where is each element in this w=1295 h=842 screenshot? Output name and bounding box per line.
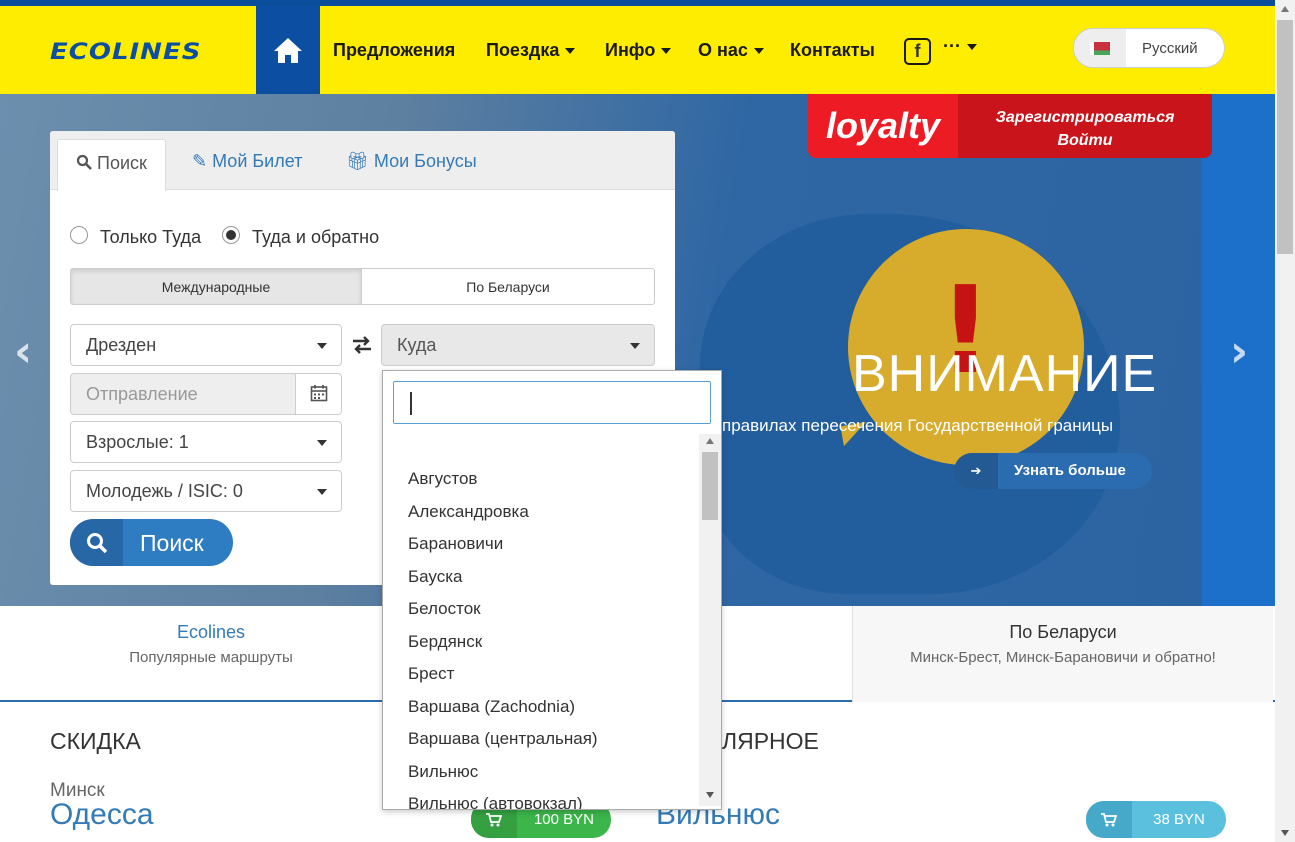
arrow-right-circle-icon: ➔ bbox=[954, 453, 998, 489]
learn-more-button[interactable]: ➔ Узнать больше bbox=[954, 453, 1152, 489]
search-button[interactable]: Поиск bbox=[70, 519, 233, 566]
radio-round-trip[interactable] bbox=[222, 226, 240, 244]
language-selector[interactable]: Русский bbox=[1073, 28, 1225, 68]
chevron-down-icon bbox=[966, 44, 977, 51]
page-scrollbar[interactable] bbox=[1275, 0, 1295, 842]
discount-title: СКИДКА bbox=[50, 728, 141, 754]
register-link[interactable]: Зарегистрироваться bbox=[958, 106, 1212, 129]
ecolines-logo[interactable]: ECOLINES bbox=[50, 39, 201, 65]
scroll-up-arrow[interactable] bbox=[1281, 6, 1289, 12]
cart-icon bbox=[1086, 801, 1132, 838]
search-icon bbox=[76, 154, 92, 170]
home-icon bbox=[274, 38, 302, 63]
tab-my-ticket[interactable]: ✎ Мой Билет bbox=[192, 151, 302, 172]
scroll-down-arrow[interactable] bbox=[1281, 830, 1289, 836]
scroll-thumb[interactable] bbox=[1277, 20, 1293, 254]
nav-about[interactable]: О нас bbox=[698, 40, 764, 61]
segment-domestic[interactable]: По Беларуси bbox=[361, 268, 655, 305]
chevron-down-icon bbox=[317, 440, 327, 446]
calendar-icon bbox=[310, 385, 328, 402]
departure-date-input[interactable]: Отправление bbox=[70, 373, 296, 415]
search-tabs: Поиск ✎ Мой Билет 🎁︎ Мои Бонусы bbox=[50, 131, 675, 191]
scroll-up-arrow[interactable] bbox=[706, 438, 714, 444]
scroll-thumb[interactable] bbox=[702, 452, 718, 520]
destination-option[interactable]: Бауска bbox=[408, 567, 463, 587]
destination-option[interactable]: Бердянск bbox=[408, 632, 482, 652]
deal-destination-link[interactable]: Одесса bbox=[50, 798, 154, 832]
destination-option[interactable]: Варшава (центральная) bbox=[408, 729, 598, 749]
language-label: Русский bbox=[1142, 40, 1198, 57]
label-one-way: Только Туда bbox=[100, 227, 202, 247]
tab-search[interactable]: Поиск bbox=[57, 139, 166, 191]
nav-contacts[interactable]: Контакты bbox=[790, 40, 875, 61]
home-button[interactable] bbox=[256, 6, 320, 94]
tab-my-bonuses[interactable]: 🎁︎ Мои Бонусы bbox=[346, 151, 477, 172]
destination-option[interactable]: Барановичи bbox=[408, 534, 503, 554]
segment-international[interactable]: Международные bbox=[70, 268, 362, 305]
swap-icon[interactable] bbox=[351, 334, 373, 356]
ticket-icon: ✎ bbox=[192, 151, 208, 171]
chevron-down-icon bbox=[661, 48, 672, 55]
popular-price-button[interactable]: 38 BYN bbox=[1086, 801, 1226, 838]
login-link[interactable]: Войти bbox=[958, 129, 1212, 152]
destination-search-input[interactable] bbox=[393, 381, 711, 424]
destination-option[interactable]: Вильнюс bbox=[408, 762, 478, 782]
route-ecolines[interactable]: Ecolines Популярные маршруты bbox=[50, 606, 372, 702]
slider-prev-arrow[interactable]: ‹ bbox=[14, 326, 32, 377]
popular-title: ЛЯРНОЕ bbox=[722, 728, 819, 754]
destination-option[interactable]: Белосток bbox=[408, 599, 481, 619]
destination-option[interactable]: Брест bbox=[408, 664, 454, 684]
dropdown-scrollbar[interactable] bbox=[699, 434, 721, 806]
loyalty-logo: loyalty bbox=[808, 94, 958, 158]
calendar-button[interactable] bbox=[295, 373, 342, 415]
rules-text: правилах пересечения Государственной гра… bbox=[722, 416, 1114, 435]
search-icon bbox=[70, 519, 123, 566]
nav-trip[interactable]: Поездка bbox=[486, 40, 576, 61]
belarus-flag-icon bbox=[1090, 41, 1110, 55]
nav-offers[interactable]: Предложения bbox=[333, 40, 455, 61]
label-round-trip: Туда и обратно bbox=[252, 227, 380, 247]
from-select[interactable]: Дрезден bbox=[70, 324, 342, 366]
destination-dropdown: Августов Александровка Барановичи Бауска… bbox=[382, 370, 722, 810]
chevron-down-icon bbox=[753, 48, 764, 55]
chevron-down-icon bbox=[565, 48, 576, 55]
gift-icon: 🎁︎ bbox=[346, 151, 369, 171]
youth-select[interactable]: Молодежь / ISIC: 0 bbox=[70, 470, 342, 512]
flag-box bbox=[1074, 29, 1126, 67]
destination-option[interactable]: Вильнюс (автовокзал) bbox=[408, 794, 583, 809]
text-cursor bbox=[410, 392, 412, 415]
dropdown-clip: Вильнюс (автовокзал) bbox=[383, 789, 699, 809]
destination-option[interactable]: Варшава (Zachodnia) bbox=[408, 697, 575, 717]
navbar: ECOLINES Предложения Поездка Инфо О нас … bbox=[0, 6, 1275, 94]
chevron-down-icon bbox=[630, 343, 640, 349]
destination-option[interactable]: Александровка bbox=[408, 502, 529, 522]
radio-one-way[interactable] bbox=[70, 226, 88, 244]
adults-select[interactable]: Взрослые: 1 bbox=[70, 421, 342, 463]
chevron-down-icon bbox=[317, 343, 327, 349]
chevron-down-icon bbox=[317, 489, 327, 495]
nav-more[interactable]: ··· bbox=[943, 36, 977, 57]
loyalty-banner[interactable]: loyalty Зарегистрироваться Войти bbox=[808, 94, 1212, 158]
facebook-icon[interactable]: f bbox=[904, 38, 931, 65]
nav-info[interactable]: Инфо bbox=[605, 40, 672, 61]
to-select[interactable]: Куда bbox=[381, 324, 655, 366]
scroll-down-arrow[interactable] bbox=[706, 792, 714, 798]
destination-option[interactable]: Августов bbox=[408, 469, 477, 489]
attention-heading: ВНИМАНИЕ bbox=[852, 345, 1158, 403]
loyalty-auth: Зарегистрироваться Войти bbox=[958, 94, 1212, 158]
route-belarus[interactable]: По Беларуси Минск-Брест, Минск-Баранович… bbox=[852, 606, 1273, 702]
slider-next-arrow[interactable]: › bbox=[1230, 326, 1248, 377]
